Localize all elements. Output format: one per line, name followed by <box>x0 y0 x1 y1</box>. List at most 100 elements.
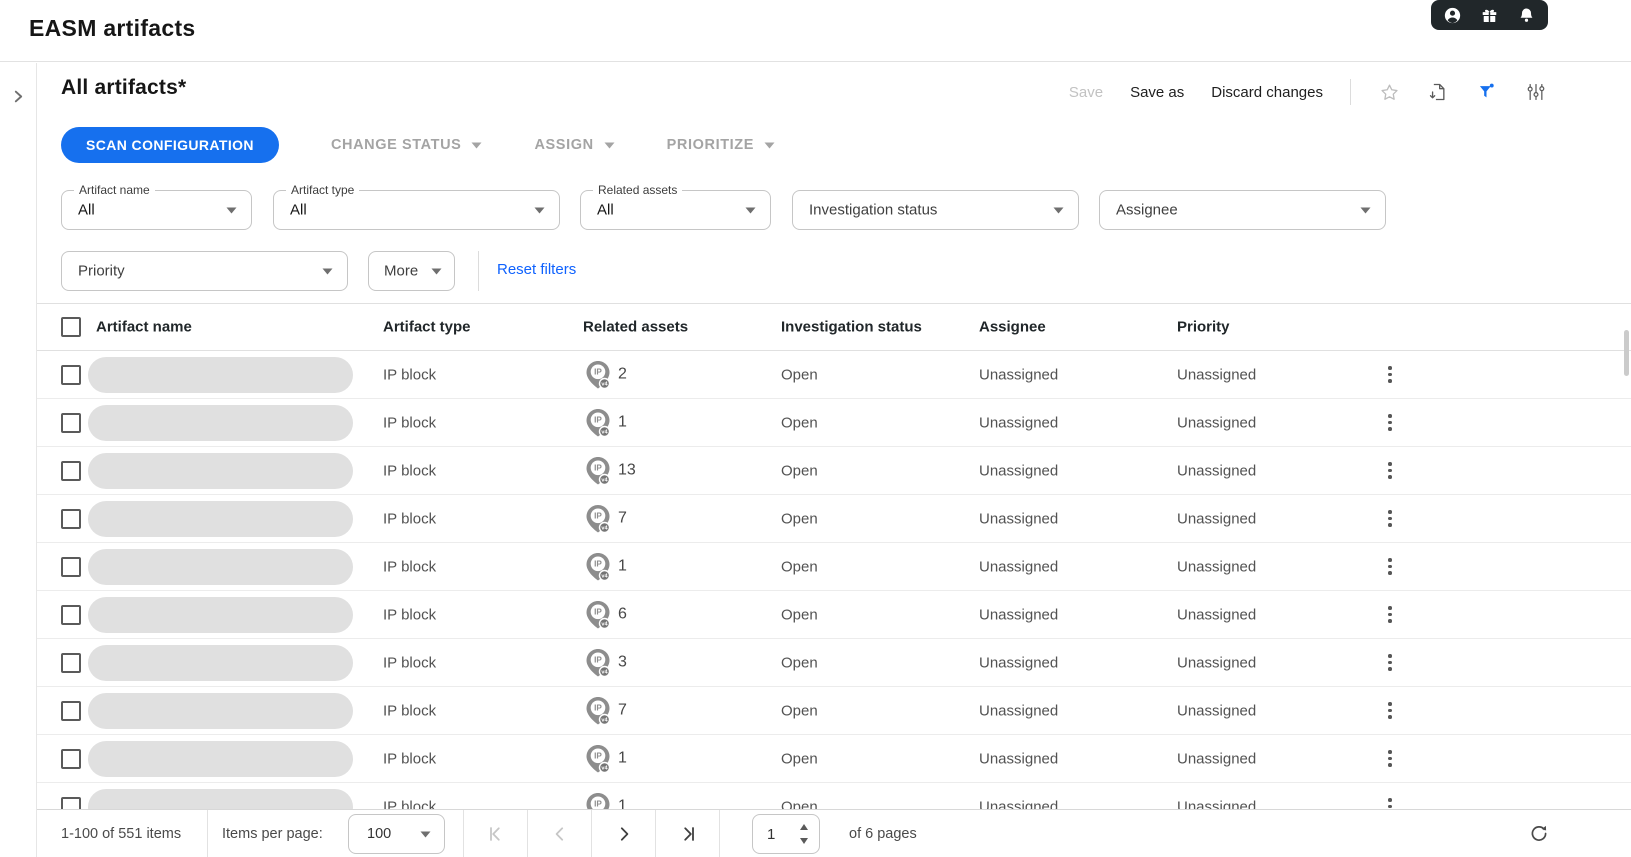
artifact-type-cell: IP block <box>383 414 436 431</box>
column-header-investigation-status[interactable]: Investigation status <box>781 319 922 336</box>
artifact-type-filter[interactable]: Artifact type All <box>273 190 560 230</box>
row-menu-kebab-icon[interactable] <box>1382 556 1398 578</box>
priority-filter[interactable]: Priority <box>61 251 348 291</box>
bulk-actions-row: SCAN CONFIGURATION CHANGE STATUS ASSIGN … <box>61 127 775 163</box>
star-icon[interactable] <box>1378 81 1400 103</box>
last-page-icon[interactable] <box>656 810 720 857</box>
column-header-artifact-type[interactable]: Artifact type <box>383 319 471 336</box>
related-assets-cell[interactable]: IP v4 1 <box>586 792 627 809</box>
related-assets-cell[interactable]: IP v4 1 <box>586 408 627 437</box>
select-all-checkbox[interactable] <box>61 317 81 337</box>
assignee-cell: Unassigned <box>979 510 1058 527</box>
related-assets-cell[interactable]: IP v4 1 <box>586 552 627 581</box>
more-filters-button[interactable]: More <box>368 251 455 291</box>
row-menu-kebab-icon[interactable] <box>1382 460 1398 482</box>
related-assets-cell[interactable]: IP v4 13 <box>586 456 636 485</box>
assignee-filter[interactable]: Assignee <box>1099 190 1386 230</box>
row-menu-kebab-icon[interactable] <box>1382 796 1398 810</box>
user-icon[interactable] <box>1442 4 1464 26</box>
items-per-page-select[interactable]: 100 <box>348 814 445 854</box>
artifact-name-redacted[interactable] <box>88 501 353 537</box>
artifact-name-redacted[interactable] <box>88 405 353 441</box>
row-menu-kebab-icon[interactable] <box>1382 508 1398 530</box>
page-decrement-button[interactable] <box>798 836 810 846</box>
related-assets-cell[interactable]: IP v4 1 <box>586 744 627 773</box>
column-header-priority[interactable]: Priority <box>1177 319 1230 336</box>
svg-text:IP: IP <box>594 607 602 616</box>
related-assets-cell[interactable]: IP v4 7 <box>586 504 627 533</box>
row-menu-kebab-icon[interactable] <box>1382 700 1398 722</box>
related-assets-cell[interactable]: IP v4 2 <box>586 360 627 389</box>
artifact-name-redacted[interactable] <box>88 645 353 681</box>
discard-changes-button[interactable]: Discard changes <box>1211 84 1323 101</box>
related-assets-cell[interactable]: IP v4 6 <box>586 600 627 629</box>
filter-icon[interactable] <box>1476 81 1498 103</box>
artifact-name-redacted[interactable] <box>88 549 353 585</box>
first-page-icon[interactable] <box>464 810 528 857</box>
artifact-name-redacted[interactable] <box>88 357 353 393</box>
gift-icon[interactable] <box>1479 4 1501 26</box>
row-checkbox[interactable] <box>61 797 81 810</box>
row-menu-kebab-icon[interactable] <box>1382 412 1398 434</box>
previous-page-icon[interactable] <box>528 810 592 857</box>
artifact-name-filter[interactable]: Artifact name All <box>61 190 252 230</box>
row-menu-kebab-icon[interactable] <box>1382 604 1398 626</box>
bell-icon[interactable] <box>1516 4 1538 26</box>
next-page-icon[interactable] <box>592 810 656 857</box>
row-checkbox[interactable] <box>61 509 81 529</box>
page-increment-button[interactable] <box>798 822 810 832</box>
artifact-name-redacted[interactable] <box>88 453 353 489</box>
save-as-button[interactable]: Save as <box>1130 84 1184 101</box>
toolbar-divider <box>1350 79 1351 105</box>
row-checkbox[interactable] <box>61 461 81 481</box>
column-header-related-assets[interactable]: Related assets <box>583 319 688 336</box>
export-icon[interactable] <box>1427 81 1449 103</box>
row-menu-kebab-icon[interactable] <box>1382 652 1398 674</box>
related-assets-cell[interactable]: IP v4 3 <box>586 648 627 677</box>
caret-down-icon <box>1360 201 1371 219</box>
priority-cell: Unassigned <box>1177 366 1256 383</box>
caret-down-icon <box>764 142 775 149</box>
investigation-status-cell: Open <box>781 798 818 809</box>
page-number-input[interactable] <box>752 814 820 854</box>
caret-down-icon <box>322 262 333 280</box>
row-menu-kebab-icon[interactable] <box>1382 748 1398 770</box>
svg-text:IP: IP <box>594 655 602 664</box>
artifact-name-redacted[interactable] <box>88 693 353 729</box>
refresh-icon[interactable] <box>1528 823 1550 845</box>
column-header-artifact-name[interactable]: Artifact name <box>96 319 192 336</box>
page-number-field[interactable] <box>767 815 793 853</box>
artifact-type-cell: IP block <box>383 366 436 383</box>
row-checkbox[interactable] <box>61 413 81 433</box>
save-button[interactable]: Save <box>1069 84 1103 101</box>
column-header-assignee[interactable]: Assignee <box>979 319 1046 336</box>
ip-pin-icon: IP v4 <box>586 696 610 725</box>
row-checkbox[interactable] <box>61 605 81 625</box>
table-settings-icon[interactable] <box>1525 81 1547 103</box>
row-menu-kebab-icon[interactable] <box>1382 364 1398 386</box>
row-checkbox[interactable] <box>61 653 81 673</box>
artifact-name-redacted[interactable] <box>88 789 353 809</box>
row-checkbox[interactable] <box>61 749 81 769</box>
assign-button[interactable]: ASSIGN <box>534 137 614 153</box>
svg-text:IP: IP <box>594 703 602 712</box>
row-checkbox[interactable] <box>61 557 81 577</box>
table-row: IP block IP v4 1 Open Unassigned Unassig… <box>37 735 1631 783</box>
investigation-status-filter[interactable]: Investigation status <box>792 190 1079 230</box>
scrollbar-thumb[interactable] <box>1624 330 1629 376</box>
related-assets-count: 3 <box>618 654 627 672</box>
reset-filters-link[interactable]: Reset filters <box>497 261 576 278</box>
footer-divider <box>719 810 720 857</box>
change-status-button[interactable]: CHANGE STATUS <box>331 137 483 153</box>
artifact-name-redacted[interactable] <box>88 741 353 777</box>
svg-text:v4: v4 <box>601 573 608 579</box>
related-assets-filter[interactable]: Related assets All <box>580 190 771 230</box>
related-assets-cell[interactable]: IP v4 7 <box>586 696 627 725</box>
row-checkbox[interactable] <box>61 365 81 385</box>
row-checkbox[interactable] <box>61 701 81 721</box>
prioritize-button[interactable]: PRIORITIZE <box>667 137 775 153</box>
artifact-name-redacted[interactable] <box>88 597 353 633</box>
scan-configuration-button[interactable]: SCAN CONFIGURATION <box>61 127 279 163</box>
ip-pin-icon: IP v4 <box>586 744 610 773</box>
expand-panel-chevron-right-icon[interactable] <box>11 89 26 857</box>
